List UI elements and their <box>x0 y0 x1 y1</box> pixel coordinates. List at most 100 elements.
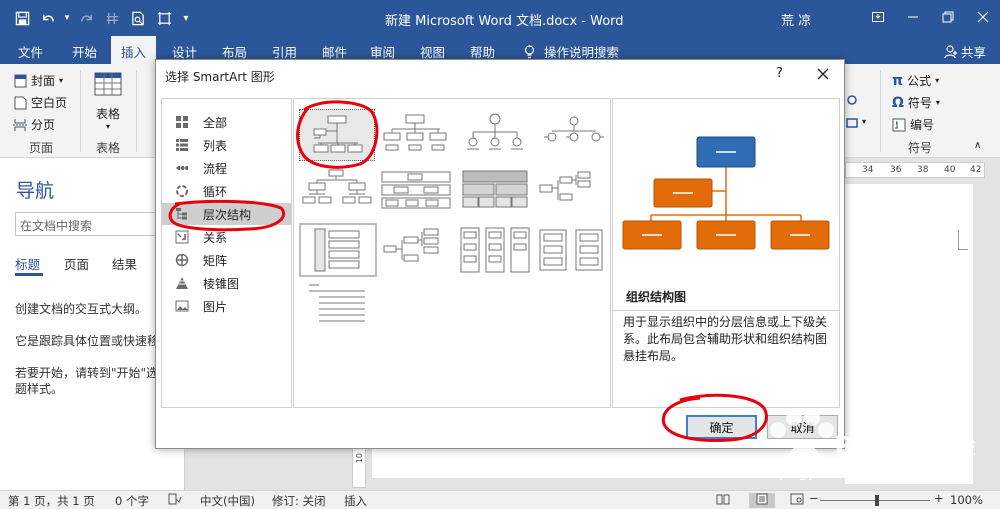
web-layout-icon[interactable] <box>790 493 804 508</box>
category-relationship[interactable]: 关系 <box>162 226 291 248</box>
category-label: 棱锥图 <box>203 276 240 291</box>
preview-layout-name: 组织结构图 <box>626 290 687 304</box>
vertical-ruler: 10 <box>352 448 366 488</box>
navigation-title: 导航 <box>16 180 55 202</box>
category-matrix[interactable]: 矩阵 <box>162 249 291 271</box>
page-break-button[interactable]: 分页 <box>13 116 55 133</box>
category-label: 层次结构 <box>203 207 252 222</box>
close-window-icon[interactable] <box>965 0 1000 34</box>
tab-file[interactable]: 文件 <box>18 42 43 61</box>
language-indicator[interactable]: 中文(中国) <box>200 493 255 509</box>
nav-tab-headings[interactable]: 标题 <box>15 254 40 273</box>
track-changes-status[interactable]: 修订: 关闭 <box>272 493 326 509</box>
ribbon-display-options-icon[interactable] <box>860 0 895 34</box>
svg-text:Bai: Bai <box>834 430 884 463</box>
word-count[interactable]: 0 个字 <box>115 493 149 509</box>
layout-half-circle-org-chart[interactable] <box>457 109 533 161</box>
layout-horizontal-hierarchy[interactable] <box>536 167 612 219</box>
document-title: 新建 Microsoft Word 文档.docx - Word <box>385 14 624 29</box>
chevron-down-icon[interactable]: ▾ <box>862 117 866 126</box>
nav-tab-pages[interactable]: 页面 <box>64 254 89 273</box>
proofing-icon[interactable] <box>168 493 182 508</box>
category-all[interactable]: 全部 <box>162 111 291 133</box>
pi-icon: π <box>892 72 904 89</box>
svg-text:经验: 经验 <box>932 435 976 460</box>
select-objects-icon[interactable] <box>152 6 176 30</box>
close-icon[interactable] <box>816 67 830 81</box>
tab-insert[interactable]: 插入 <box>111 36 157 64</box>
layout-hierarchy[interactable] <box>299 167 375 219</box>
print-preview-icon[interactable] <box>126 6 150 30</box>
window-controls <box>860 0 1000 34</box>
navigation-help-text: 它是跟踪具体位置或快速移 <box>15 334 160 348</box>
symbol-label: 符号 <box>907 96 932 110</box>
grid-icon <box>175 115 189 129</box>
equation-button[interactable]: π 公式 ▾ <box>892 72 939 89</box>
omega-icon: Ω <box>892 94 904 111</box>
undo-icon[interactable] <box>36 6 60 30</box>
symbol-button[interactable]: Ω 符号 ▾ <box>892 94 940 111</box>
ruler-tick-label: 10 <box>355 453 364 464</box>
help-button[interactable]: ? <box>776 66 783 81</box>
layout-gallery <box>293 98 611 408</box>
chevron-down-icon: ▾ <box>935 98 940 107</box>
category-picture[interactable]: 图片 <box>162 295 291 317</box>
page-count[interactable]: 第 1 页，共 1 页 <box>8 493 95 509</box>
illustration-partial-icon[interactable] <box>846 94 858 106</box>
minimize-icon[interactable] <box>895 0 930 34</box>
page-break-icon <box>13 118 27 132</box>
status-bar: 第 1 页，共 1 页 0 个字 中文(中国) 修订: 关闭 插入 − + 10… <box>0 490 1000 509</box>
horizontal-ruler[interactable]: 34 36 38 40 42 <box>845 162 985 178</box>
user-name[interactable]: 荒 凉 <box>781 10 811 29</box>
zoom-level[interactable]: 100% <box>950 493 983 507</box>
numbering-button[interactable]: 编号 <box>892 116 934 133</box>
layout-organization-chart[interactable] <box>299 109 375 161</box>
pages-group-label: 页面 <box>29 141 54 155</box>
blank-page-button[interactable]: 空白页 <box>13 94 67 111</box>
layout-circle-picture-hierarchy[interactable] <box>536 109 612 161</box>
share-button[interactable]: 共享 <box>944 42 986 61</box>
layout-architecture-layout[interactable] <box>536 224 612 276</box>
chevron-down-icon: ▾ <box>59 76 64 85</box>
layout-name-title-org-chart[interactable] <box>378 109 454 161</box>
ok-button[interactable]: 确定 <box>686 415 757 439</box>
active-tab-indicator <box>15 273 43 276</box>
tab-home[interactable]: 开始 <box>72 42 97 61</box>
layout-labeled-hierarchy[interactable] <box>378 167 454 219</box>
cover-page-button[interactable]: 封面 ▾ <box>13 72 63 89</box>
layout-horizontal-org-chart[interactable] <box>378 224 454 276</box>
undo-dropdown-icon[interactable]: ▾ <box>62 6 72 30</box>
category-label: 循环 <box>203 184 228 199</box>
table-button[interactable]: 表格 ▾ <box>94 72 122 131</box>
layout-hierarchy-list[interactable] <box>299 223 377 277</box>
illustration-partial2-icon[interactable] <box>846 117 858 129</box>
customize-toolbar-icon[interactable]: ▾ <box>178 6 194 30</box>
format-painter-icon[interactable] <box>100 6 124 30</box>
layout-table-hierarchy[interactable] <box>457 167 533 219</box>
relationship-icon <box>175 230 189 244</box>
restore-icon[interactable] <box>930 0 965 34</box>
layout-lined-list[interactable] <box>457 224 533 276</box>
ruler-tick-label: 34 <box>862 165 874 175</box>
redo-icon[interactable] <box>74 6 98 30</box>
layout-lined-hierarchy[interactable] <box>299 279 375 331</box>
print-layout-icon[interactable] <box>749 493 775 508</box>
lightbulb-icon <box>524 44 535 58</box>
category-process[interactable]: 流程 <box>162 157 291 179</box>
category-pyramid[interactable]: 棱锥图 <box>162 272 291 294</box>
zoom-slider-thumb[interactable] <box>875 495 879 506</box>
zoom-in-icon[interactable]: + <box>934 491 944 505</box>
save-icon[interactable] <box>10 6 34 30</box>
category-hierarchy[interactable]: 层次结构 <box>162 203 291 225</box>
nav-tab-results[interactable]: 结果 <box>112 254 137 273</box>
category-label: 列表 <box>203 138 228 153</box>
category-label: 流程 <box>203 161 228 176</box>
collapse-ribbon-icon[interactable]: ∧ <box>974 140 981 151</box>
insert-mode-status[interactable]: 插入 <box>344 493 367 509</box>
read-mode-icon[interactable] <box>716 493 730 508</box>
zoom-out-icon[interactable]: − <box>809 491 819 505</box>
category-cycle[interactable]: 循环 <box>162 180 291 202</box>
category-list: 全部 列表 流程 循环 层次结构 关系 矩阵 棱锥图 图片 <box>161 98 292 408</box>
category-list-item[interactable]: 列表 <box>162 134 291 156</box>
cover-page-label: 封面 <box>31 74 56 88</box>
